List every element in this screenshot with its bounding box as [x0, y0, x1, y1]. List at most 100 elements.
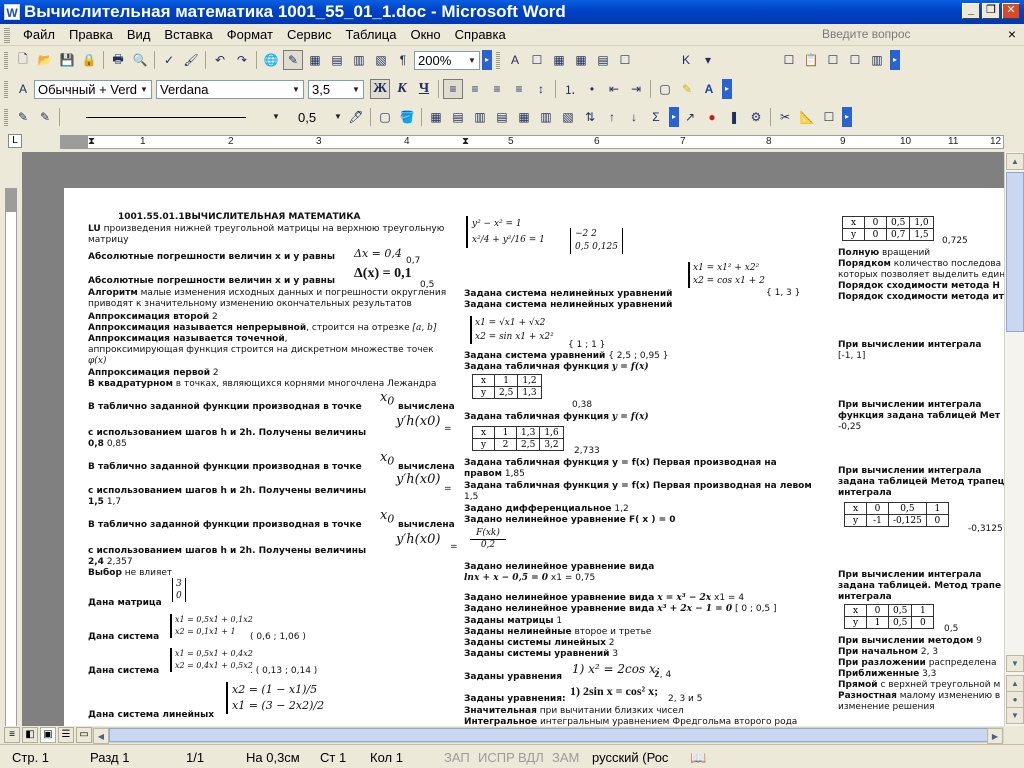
- sort-asc-icon[interactable]: ↑: [602, 107, 622, 127]
- scroll-down-icon[interactable]: ▼: [1006, 655, 1024, 672]
- document-map-icon[interactable]: ▧: [371, 50, 391, 70]
- tab-selector-icon[interactable]: L: [8, 134, 22, 148]
- justify-icon[interactable]: ≡: [509, 79, 529, 99]
- status-record[interactable]: ЗАП: [444, 750, 470, 765]
- box2-icon[interactable]: ☐: [615, 50, 635, 70]
- box3-icon[interactable]: ☐: [779, 50, 799, 70]
- print-preview-icon[interactable]: 🔍: [130, 50, 150, 70]
- font-color-icon[interactable]: A: [699, 79, 719, 99]
- fill-icon[interactable]: 🪣: [397, 107, 417, 127]
- font-combo[interactable]: Verdana ▼: [156, 79, 304, 99]
- styles-pane-icon[interactable]: A: [13, 79, 33, 99]
- next-page-icon[interactable]: ▼: [1006, 707, 1024, 724]
- toolbar-options-icon[interactable]: ▸: [890, 50, 900, 70]
- columns-icon[interactable]: ▥: [349, 50, 369, 70]
- line-spacing-icon[interactable]: ↕: [531, 79, 551, 99]
- design-icon[interactable]: 📐: [797, 107, 817, 127]
- redo-icon[interactable]: ↷: [232, 50, 252, 70]
- close-button[interactable]: ✕: [1002, 3, 1020, 19]
- menu-window[interactable]: Окно: [403, 27, 447, 42]
- align-right-icon[interactable]: ≡: [487, 79, 507, 99]
- edit2-icon[interactable]: ✎: [35, 107, 55, 127]
- word-app-icon[interactable]: W: [4, 4, 20, 20]
- open-folder-icon[interactable]: 📂: [35, 50, 55, 70]
- reading-view-icon[interactable]: ▭: [76, 727, 92, 743]
- undo-icon[interactable]: ↶: [210, 50, 230, 70]
- format-painter-icon[interactable]: 🖌: [181, 50, 201, 70]
- menu-tools[interactable]: Сервис: [280, 27, 339, 42]
- toolbar-grip[interactable]: [4, 51, 8, 69]
- restore-button[interactable]: ❐: [982, 3, 1000, 19]
- permission-icon[interactable]: 🔒: [79, 50, 99, 70]
- print-icon[interactable]: 🖶: [108, 50, 128, 70]
- box-icon[interactable]: ☐: [527, 50, 547, 70]
- drawing-toggle-icon[interactable]: ✎: [283, 50, 303, 70]
- insert-table-icon[interactable]: ▦: [426, 107, 446, 127]
- ruler-track[interactable]: [60, 135, 1004, 149]
- menu-format[interactable]: Формат: [220, 27, 280, 42]
- align-left-icon[interactable]: ≡: [443, 79, 463, 99]
- macro-icon[interactable]: ⚙: [746, 107, 766, 127]
- web-view-icon[interactable]: ◧: [22, 727, 38, 743]
- sort-desc-icon[interactable]: ↓: [624, 107, 644, 127]
- browse-object-icon[interactable]: ●: [1006, 691, 1024, 708]
- increase-indent-icon[interactable]: ⇥: [626, 79, 646, 99]
- help-question-input[interactable]: Введите вопрос: [822, 27, 932, 41]
- horizontal-scrollbar[interactable]: ◀ ▶: [92, 727, 1004, 744]
- document-close-icon[interactable]: ×: [1008, 26, 1016, 42]
- grid-icon[interactable]: ▦: [549, 50, 569, 70]
- chevron-down-icon[interactable]: ▼: [349, 81, 363, 98]
- scroll-left-icon[interactable]: ◀: [93, 728, 109, 744]
- excel-icon[interactable]: ▤: [327, 50, 347, 70]
- distribute-cols-icon[interactable]: ▥: [536, 107, 556, 127]
- document-page[interactable]: 1001.55.01.1ВЫЧИСЛИТЕЛЬНАЯ МАТЕМАТИКА LU…: [64, 188, 1004, 726]
- status-track-changes[interactable]: ИСПР: [478, 750, 515, 765]
- grid2-icon[interactable]: ▦: [571, 50, 591, 70]
- pause-icon[interactable]: ❚: [724, 107, 744, 127]
- autoformat-icon[interactable]: ▧: [558, 107, 578, 127]
- indent-marker-icon[interactable]: ⧗: [88, 136, 95, 147]
- box4-icon[interactable]: ☐: [823, 50, 843, 70]
- scroll-right-icon[interactable]: ▶: [987, 728, 1003, 744]
- spelling-icon[interactable]: ✓: [159, 50, 179, 70]
- highlight-icon[interactable]: ✎: [677, 79, 697, 99]
- letter-k-icon[interactable]: K: [676, 50, 696, 70]
- zoom-combo[interactable]: 200% ▼: [414, 50, 480, 70]
- new-document-icon[interactable]: 🗋: [13, 50, 33, 70]
- menu-edit[interactable]: Правка: [62, 27, 120, 42]
- status-overtype[interactable]: ЗАМ: [552, 750, 579, 765]
- record-icon[interactable]: ●: [702, 107, 722, 127]
- text-direction-icon[interactable]: ⇅: [580, 107, 600, 127]
- note-icon[interactable]: 📋: [801, 50, 821, 70]
- chevron-down-icon[interactable]: ▼: [137, 81, 151, 98]
- edit-icon[interactable]: ✎: [13, 107, 33, 127]
- status-language[interactable]: русский (Рос: [592, 750, 668, 765]
- table-icon[interactable]: ▦: [305, 50, 325, 70]
- menu-grip[interactable]: [4, 26, 10, 43]
- merge-cells-icon[interactable]: ▤: [448, 107, 468, 127]
- chevron-down-icon[interactable]: ▼: [465, 52, 479, 69]
- minimize-button[interactable]: _: [962, 3, 980, 19]
- column-marker-icon[interactable]: ⧗: [462, 136, 469, 147]
- scroll-up-icon[interactable]: ▲: [1006, 153, 1024, 170]
- horizontal-scroll-thumb[interactable]: [109, 728, 989, 742]
- menu-insert[interactable]: Вставка: [157, 27, 219, 42]
- bold-button[interactable]: Ж: [370, 79, 390, 99]
- status-extend[interactable]: ВДЛ: [518, 750, 544, 765]
- toolbar-grip[interactable]: [4, 108, 8, 126]
- columns2-icon[interactable]: ▥: [867, 50, 887, 70]
- chevron-down-icon[interactable]: ▼: [289, 81, 303, 98]
- vertical-scrollbar[interactable]: ▲ ▼ ▲ ● ▼: [1004, 152, 1024, 726]
- show-formatting-icon[interactable]: ¶: [393, 50, 413, 70]
- decrease-indent-icon[interactable]: ⇤: [604, 79, 624, 99]
- style-combo[interactable]: Обычный + Verd ▼: [34, 79, 152, 99]
- print-layout-icon[interactable]: ▣: [40, 727, 56, 743]
- box6-icon[interactable]: ☐: [819, 107, 839, 127]
- vertical-ruler[interactable]: [0, 152, 22, 726]
- toolbar-options-icon[interactable]: ▸: [842, 107, 852, 127]
- previous-page-icon[interactable]: ▲: [1006, 675, 1024, 692]
- normal-view-icon[interactable]: ≡: [4, 727, 20, 743]
- box5-icon[interactable]: ☐: [845, 50, 865, 70]
- pen-color-icon[interactable]: 🖊: [346, 107, 366, 127]
- arrow-icon[interactable]: ↗: [680, 107, 700, 127]
